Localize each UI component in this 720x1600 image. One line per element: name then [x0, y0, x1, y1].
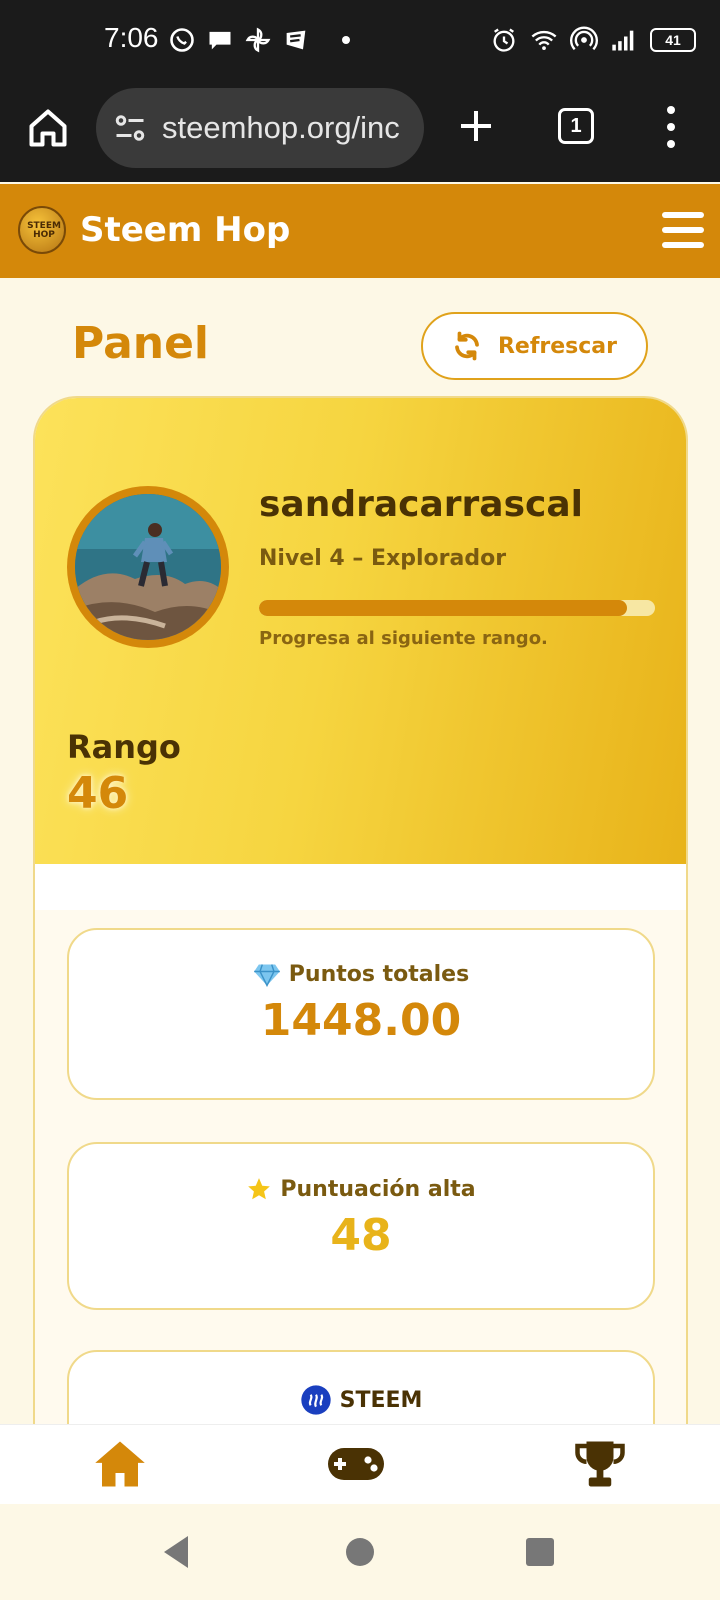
nav-home[interactable] — [90, 1437, 150, 1491]
page-title: Panel — [72, 318, 210, 369]
site-settings-icon[interactable] — [112, 110, 148, 146]
high-score-value: 48 — [330, 1210, 392, 1261]
tab-switcher-button[interactable]: 1 — [558, 108, 594, 144]
steem-hop-logo[interactable]: STEEM HOP — [18, 206, 66, 254]
status-bar: 7:06 41 — [0, 0, 720, 82]
hamburger-menu-icon[interactable] — [662, 212, 704, 248]
signal-icon — [612, 30, 634, 51]
refresh-button[interactable]: Refrescar — [421, 312, 648, 380]
gamepad-icon — [328, 1448, 384, 1480]
refresh-label: Refrescar — [497, 333, 618, 359]
nav-games[interactable] — [326, 1437, 386, 1491]
new-tab-icon[interactable] — [456, 106, 496, 146]
rank-progress-bar — [259, 600, 655, 616]
avatar[interactable] — [67, 486, 229, 648]
steem-icon — [300, 1385, 331, 1415]
avatar-photo — [75, 494, 221, 640]
refresh-icon — [455, 331, 479, 361]
status-time: 7:06 — [104, 22, 159, 53]
notification-icons — [168, 26, 350, 54]
url-text[interactable]: steemhop.org/inc — [162, 110, 412, 146]
battery-icon: 41 — [650, 28, 696, 52]
app-header: STEEM HOP Steem Hop — [0, 184, 720, 278]
star-icon — [248, 1178, 271, 1200]
browser-toolbar: steemhop.org/inc 1 — [0, 82, 720, 182]
pinwheel-icon — [245, 27, 271, 53]
trophy-icon — [575, 1441, 625, 1487]
bottom-navigation — [0, 1424, 720, 1504]
level-label: Nivel 4 – Explorador — [259, 546, 507, 571]
card-divider — [35, 864, 686, 910]
system-navigation — [0, 1504, 720, 1600]
more-notifications-dot — [342, 36, 350, 44]
hotspot-icon — [570, 26, 598, 51]
rank-label: Rango — [67, 728, 181, 766]
total-points-value: 1448.00 — [260, 995, 462, 1046]
app-notification-icon — [286, 30, 306, 50]
browser-home-icon[interactable] — [26, 106, 70, 150]
address-bar[interactable]: steemhop.org/inc — [96, 88, 424, 168]
gem-icon — [253, 963, 280, 987]
logo-text: STEEM HOP — [27, 221, 61, 240]
chat-icon — [209, 31, 231, 50]
whatsapp-icon — [170, 28, 194, 52]
back-icon[interactable] — [160, 1534, 192, 1570]
rank-progress-fill — [259, 600, 628, 616]
profile-header: sandracarrascal Nivel 4 – Explorador Pro… — [35, 398, 686, 864]
total-points-label: Puntos totales — [288, 962, 470, 987]
profile-card: sandracarrascal Nivel 4 – Explorador Pro… — [33, 396, 688, 1446]
alarm-icon — [493, 28, 515, 52]
high-score-card: Puntuación alta 48 — [67, 1142, 655, 1310]
recents-icon[interactable] — [524, 1536, 556, 1568]
high-score-label: Puntuación alta — [280, 1176, 476, 1202]
steem-label: STEEM — [339, 1387, 423, 1413]
nav-leaderboard[interactable] — [570, 1437, 630, 1491]
wifi-icon — [531, 30, 557, 51]
home-icon — [95, 1441, 145, 1487]
progress-note: Progresa al siguiente rango. — [259, 628, 548, 649]
browser-menu-icon[interactable] — [660, 106, 682, 148]
username: sandracarrascal — [259, 484, 583, 525]
rank-value: 46 — [67, 768, 129, 819]
system-icons: 41 — [490, 26, 696, 54]
brand-name[interactable]: Steem Hop — [80, 210, 290, 250]
home-circle-icon[interactable] — [344, 1536, 376, 1568]
total-points-card: Puntos totales 1448.00 — [67, 928, 655, 1100]
